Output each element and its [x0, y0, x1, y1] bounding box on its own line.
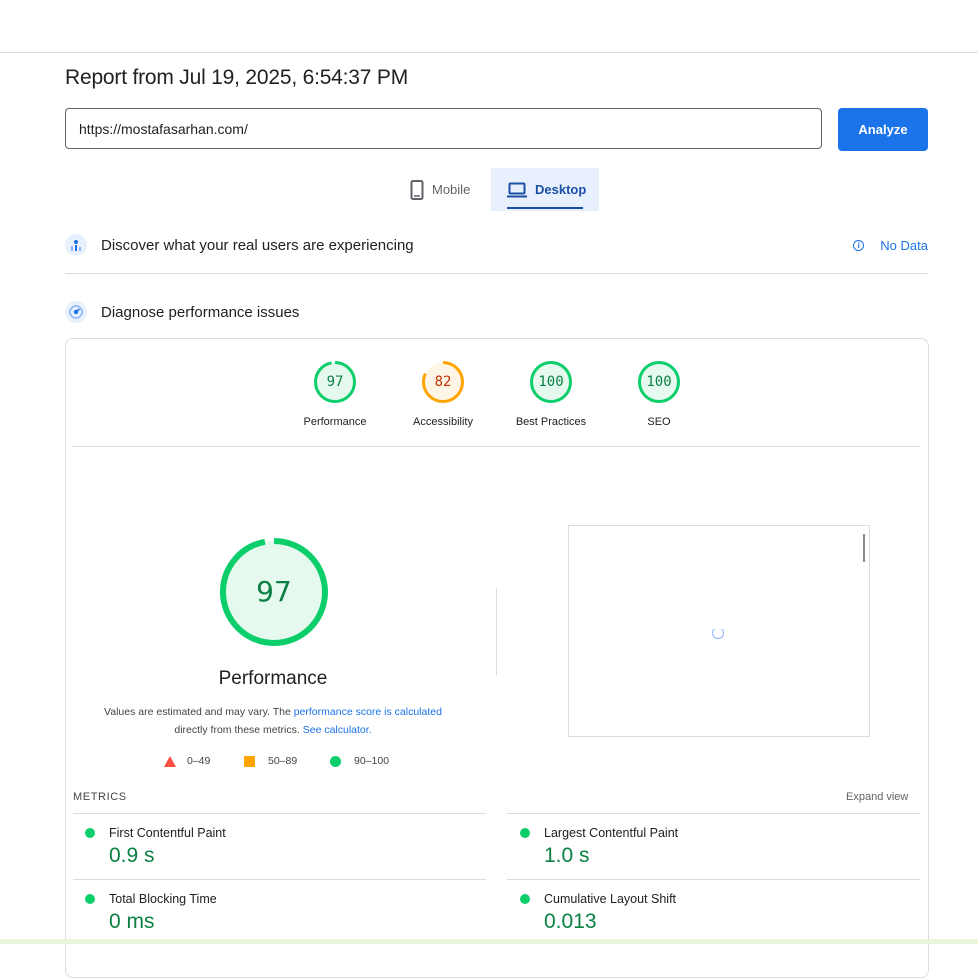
pass-dot-icon: [520, 828, 530, 838]
score-calculated-link[interactable]: performance score is calculated: [294, 706, 442, 718]
users-chart-icon: [65, 234, 87, 256]
tab-desktop[interactable]: Desktop: [491, 168, 599, 211]
score-value: 100: [538, 374, 564, 390]
tab-mobile[interactable]: Mobile: [400, 168, 490, 211]
metric-value: 0.013: [544, 910, 597, 933]
section-divider: [65, 273, 928, 274]
expand-view-button[interactable]: Expand view: [846, 791, 908, 803]
laptop-icon: [507, 182, 527, 197]
top-divider: [0, 52, 978, 53]
no-data-link[interactable]: i No Data: [853, 238, 928, 253]
pass-dot-icon: [520, 894, 530, 904]
analyze-button[interactable]: Analyze: [838, 108, 928, 151]
score-best-practices[interactable]: 100 Best Practices: [496, 360, 606, 428]
legend-pass: 90–100: [330, 755, 389, 767]
metrics-heading: METRICS: [73, 791, 127, 803]
vertical-divider: [496, 588, 497, 675]
metrics-divider: [73, 813, 486, 814]
score-seo[interactable]: 100 SEO: [604, 360, 714, 428]
performance-score: 97: [256, 575, 292, 608]
metrics-divider: [507, 879, 920, 880]
gauge-icon: [65, 301, 87, 323]
performance-title: Performance: [218, 668, 328, 689]
no-data-label: No Data: [880, 237, 928, 253]
pass-dot-icon: [85, 828, 95, 838]
tab-mobile-label: Mobile: [432, 182, 471, 197]
metric-value: 0.9 s: [109, 844, 155, 867]
metric-value: 0 ms: [109, 910, 155, 933]
loading-spinner-icon: [712, 627, 724, 639]
diagnose-title: Diagnose performance issues: [101, 303, 300, 321]
circle-icon: [330, 755, 341, 767]
score-label: SEO: [647, 416, 671, 428]
metric-name: Total Blocking Time: [109, 892, 217, 906]
discover-title: Discover what your real users are experi…: [101, 236, 414, 254]
legend-fail: 0–49: [164, 755, 210, 767]
scores-divider: [72, 446, 920, 447]
tab-selected-indicator: [507, 207, 583, 209]
bottom-strip: [0, 939, 978, 944]
performance-explanation: Values are estimated and may vary. The p…: [104, 706, 442, 736]
metric-name: First Contentful Paint: [109, 826, 226, 840]
screenshot-preview: [568, 525, 870, 737]
preview-scrollbar[interactable]: [863, 534, 865, 562]
phone-icon: [410, 179, 424, 200]
url-input[interactable]: [65, 108, 822, 149]
score-label: Performance: [303, 416, 367, 428]
score-value: 82: [434, 374, 452, 390]
metrics-divider: [73, 879, 486, 880]
score-label: Accessibility: [413, 416, 473, 428]
metrics-divider: [507, 813, 920, 814]
triangle-icon: [164, 755, 176, 767]
tab-desktop-label: Desktop: [535, 182, 587, 197]
square-icon: [244, 755, 255, 767]
discover-section: Discover what your real users are experi…: [65, 234, 928, 256]
metric-name: Largest Contentful Paint: [544, 826, 679, 840]
info-icon: i: [853, 239, 865, 251]
pass-dot-icon: [85, 894, 95, 904]
score-performance[interactable]: 97 Performance: [280, 360, 390, 428]
diagnose-section: Diagnose performance issues: [65, 301, 928, 323]
score-label: Best Practices: [515, 416, 587, 428]
legend-average: 50–89: [244, 755, 297, 767]
report-title: Report from Jul 19, 2025, 6:54:37 PM: [65, 66, 408, 89]
performance-gauge: 97: [219, 537, 329, 647]
score-value: 100: [646, 374, 672, 390]
metric-name: Cumulative Layout Shift: [544, 892, 677, 906]
score-accessibility[interactable]: 82 Accessibility: [388, 360, 498, 428]
see-calculator-link[interactable]: See calculator.: [303, 724, 372, 736]
score-value: 97: [326, 374, 344, 390]
metric-value: 1.0 s: [544, 844, 590, 867]
